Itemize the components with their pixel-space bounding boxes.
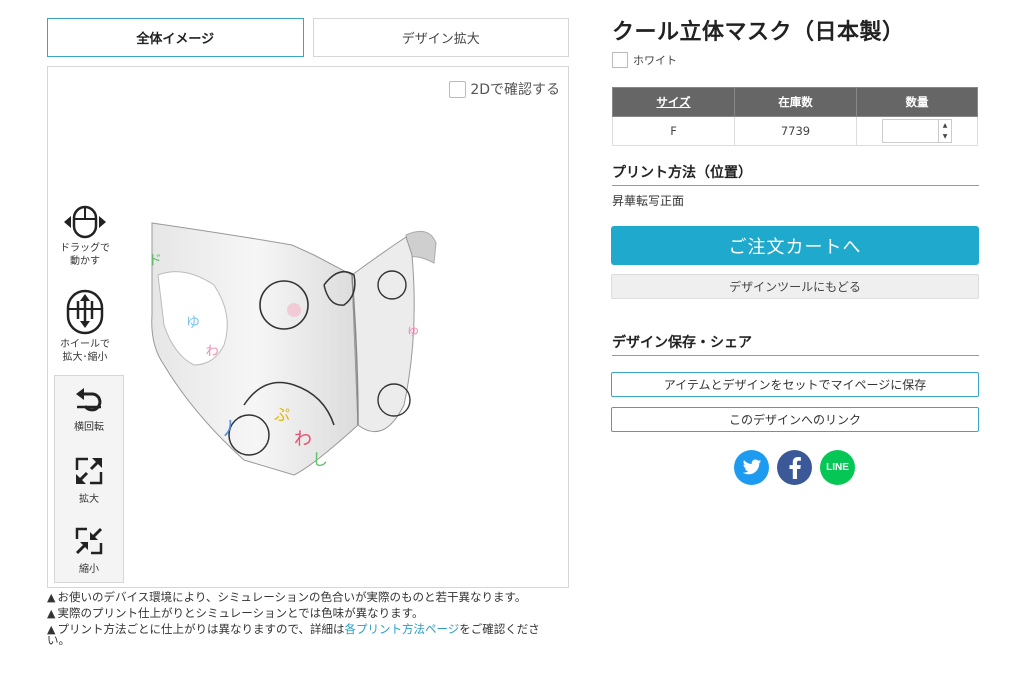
- order-cart-button[interactable]: ご注文カートへ: [611, 226, 979, 265]
- mouse-wheel-icon: [66, 289, 104, 335]
- view-tabs: 全体イメージ デザイン拡大: [47, 18, 569, 57]
- check-2d-label: 2Dで確認する: [470, 82, 560, 98]
- mouse-drag-icon: [64, 205, 106, 239]
- note-1: ▲ お使いのデバイス環境により、シミュレーションの色合いが実際のものと若干異なりま…: [47, 590, 562, 604]
- check-2d-checkbox[interactable]: [449, 80, 467, 98]
- size-header-link[interactable]: サイズ: [612, 87, 735, 117]
- svg-text:ぷ: ぷ: [274, 405, 290, 424]
- note-3: ▲ プリント方法ごとに仕上がりは異なりますので、詳細は各プリント方法ページをご確認…: [47, 622, 562, 646]
- size-cell: F: [612, 116, 735, 146]
- drag-hint-line1: ドラッグで: [60, 243, 110, 254]
- wheel-hint: ホイールで 拡大･縮小: [50, 289, 120, 364]
- note-2-text: 実際のプリント仕上がりとシミュレーションとでは色味が異なります。: [57, 606, 424, 620]
- line-share-button[interactable]: LINE: [820, 450, 855, 485]
- line-icon: LINE: [826, 462, 849, 473]
- drag-hint: ドラッグで 動かす: [50, 205, 120, 268]
- quantity-spinner[interactable]: ▲ ▼: [938, 120, 951, 142]
- quantity-stepper[interactable]: ▲ ▼: [882, 119, 952, 143]
- stock-table-header: サイズ 在庫数 数量: [612, 87, 978, 117]
- warning-icon: ▲: [47, 591, 56, 604]
- color-name: ホワイト: [633, 54, 677, 67]
- facebook-icon: [789, 456, 801, 479]
- design-link-button[interactable]: このデザインへのリンク: [611, 407, 979, 432]
- color-option[interactable]: ホワイト: [612, 52, 677, 68]
- mask-3d-viewer[interactable]: 2Dで確認する ドラッグで 動かす ホイールで 拡大･縮小 横回転 拡大 縮小 …: [47, 66, 569, 588]
- svg-text:ゆ: ゆ: [186, 315, 200, 331]
- note-3-text-a: プリント方法ごとに仕上がりは異なりますので、詳細は: [57, 622, 345, 636]
- quantity-cell: ▲ ▼: [856, 116, 978, 146]
- note-1-text: お使いのデバイス環境により、シミュレーションの色合いが実際のものと若干異なります…: [57, 590, 527, 604]
- twitter-share-button[interactable]: [734, 450, 769, 485]
- twitter-icon: [742, 459, 761, 475]
- note-2: ▲ 実際のプリント仕上がりとシミュレーションとでは色味が異なります。: [47, 606, 562, 620]
- mask-3d-render[interactable]: ゎ ノ わ し ぷ ゆ ゅ ド: [144, 215, 444, 505]
- check-2d-toggle[interactable]: 2Dで確認する: [449, 79, 560, 99]
- zoom-in-button[interactable]: 拡大: [55, 456, 123, 505]
- save-to-mypage-button[interactable]: アイテムとデザインをセットでマイページに保存: [611, 372, 979, 397]
- print-method-value: 昇華転写正面: [612, 194, 685, 208]
- back-to-design-tool-button[interactable]: デザインツールにもどる: [611, 274, 979, 299]
- zoom-out-button[interactable]: 縮小: [55, 526, 123, 575]
- svg-text:し: し: [312, 450, 328, 469]
- page: 全体イメージ デザイン拡大 2Dで確認する ドラッグで 動かす ホイールで 拡大…: [0, 0, 1024, 683]
- shrink-icon: [75, 527, 103, 555]
- product-title: クール立体マスク（日本製）: [612, 20, 905, 45]
- print-method-link[interactable]: 各プリント方法ページ: [345, 622, 460, 636]
- stock-header: 在庫数: [734, 87, 857, 117]
- zoom-in-label: 拡大: [79, 494, 99, 505]
- expand-icon: [75, 457, 103, 485]
- svg-text:ゅ: ゅ: [406, 323, 420, 339]
- tab-design-zoom[interactable]: デザイン拡大: [312, 18, 569, 57]
- svg-text:わ: わ: [294, 429, 312, 450]
- rotate-label: 横回転: [74, 422, 104, 433]
- spin-up-icon[interactable]: ▲: [939, 120, 951, 131]
- rotate-icon: [76, 388, 102, 412]
- stock-table: サイズ 在庫数 数量 F 7739 ▲ ▼: [612, 87, 978, 146]
- drag-hint-line2: 動かす: [70, 256, 100, 267]
- stock-cell: 7739: [734, 116, 857, 146]
- warning-icon: ▲: [47, 607, 56, 620]
- svg-text:ド: ド: [148, 253, 162, 269]
- view-control-panel: 横回転 拡大 縮小: [54, 375, 124, 583]
- quantity-input[interactable]: [883, 120, 938, 142]
- color-swatch-white[interactable]: [612, 52, 628, 68]
- print-method-heading: プリント方法（位置）: [612, 162, 979, 186]
- spin-down-icon[interactable]: ▼: [939, 131, 951, 142]
- notes: ▲ お使いのデバイス環境により、シミュレーションの色合いが実際のものと若干異なりま…: [47, 590, 562, 651]
- table-row: F 7739 ▲ ▼: [612, 116, 978, 146]
- share-heading: デザイン保存・シェア: [612, 332, 979, 356]
- facebook-share-button[interactable]: [777, 450, 812, 485]
- tab-full-image[interactable]: 全体イメージ: [47, 18, 304, 57]
- svg-text:ゎ: ゎ: [204, 340, 220, 359]
- wheel-hint-line1: ホイールで: [60, 339, 110, 350]
- rotate-button[interactable]: 横回転: [55, 386, 123, 433]
- wheel-hint-line2: 拡大･縮小: [62, 352, 108, 363]
- zoom-out-label: 縮小: [79, 564, 99, 575]
- quantity-header: 数量: [856, 87, 978, 117]
